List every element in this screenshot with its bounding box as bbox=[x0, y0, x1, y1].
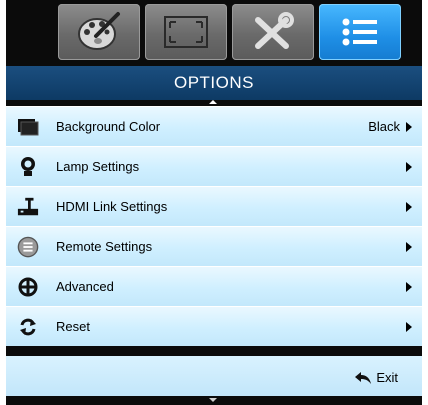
menu-item-remote-settings[interactable]: Remote Settings bbox=[6, 226, 422, 266]
options-menu-list: Background Color Black Lamp Settings HDM… bbox=[6, 106, 422, 356]
chevron-right-icon bbox=[406, 242, 412, 252]
menu-item-hdmi-link-settings[interactable]: HDMI Link Settings bbox=[6, 186, 422, 226]
menu-item-reset[interactable]: Reset bbox=[6, 306, 422, 346]
scroll-down-indicator-icon bbox=[209, 398, 217, 402]
remote-icon bbox=[17, 235, 39, 259]
tab-options[interactable] bbox=[319, 4, 401, 60]
chevron-right-icon bbox=[406, 202, 412, 212]
scroll-up-indicator-icon bbox=[209, 100, 217, 104]
hdmi-link-icon bbox=[17, 195, 39, 219]
menu-item-label: Background Color bbox=[56, 119, 161, 134]
chevron-right-icon bbox=[406, 122, 412, 132]
chevron-right-icon bbox=[406, 162, 412, 172]
menu-item-background-color[interactable]: Background Color Black bbox=[6, 106, 422, 146]
lamp-icon bbox=[17, 155, 39, 179]
chevron-right-icon bbox=[406, 322, 412, 332]
reset-icon bbox=[17, 315, 39, 339]
menu-item-lamp-settings[interactable]: Lamp Settings bbox=[6, 146, 422, 186]
page-title: OPTIONS bbox=[6, 66, 422, 100]
menu-item-label: Advanced bbox=[56, 279, 114, 294]
list-menu-icon bbox=[342, 18, 377, 46]
screen-resize-icon bbox=[164, 16, 208, 48]
menu-tabbar bbox=[6, 0, 422, 66]
tools-icon bbox=[255, 12, 294, 49]
exit-button[interactable]: Exit bbox=[354, 370, 398, 385]
palette-icon bbox=[78, 12, 120, 50]
chevron-right-icon bbox=[406, 282, 412, 292]
menu-item-label: Lamp Settings bbox=[56, 159, 140, 174]
tab-display[interactable] bbox=[145, 4, 227, 60]
menu-item-label: Reset bbox=[56, 319, 90, 334]
menu-item-advanced[interactable]: Advanced bbox=[6, 266, 422, 306]
background-color-icon bbox=[17, 115, 39, 139]
advanced-icon bbox=[17, 275, 39, 299]
exit-label: Exit bbox=[376, 370, 398, 385]
osd-menu-window: OPTIONS Background Color Black Lamp Sett… bbox=[6, 0, 422, 405]
tab-setup[interactable] bbox=[232, 4, 314, 60]
menu-item-label: HDMI Link Settings bbox=[56, 199, 168, 214]
tab-image[interactable] bbox=[58, 4, 140, 60]
menu-item-label: Remote Settings bbox=[56, 239, 153, 254]
menu-item-value: Black bbox=[368, 119, 400, 134]
menu-footer: Exit bbox=[6, 356, 422, 396]
return-arrow-icon bbox=[355, 371, 372, 384]
